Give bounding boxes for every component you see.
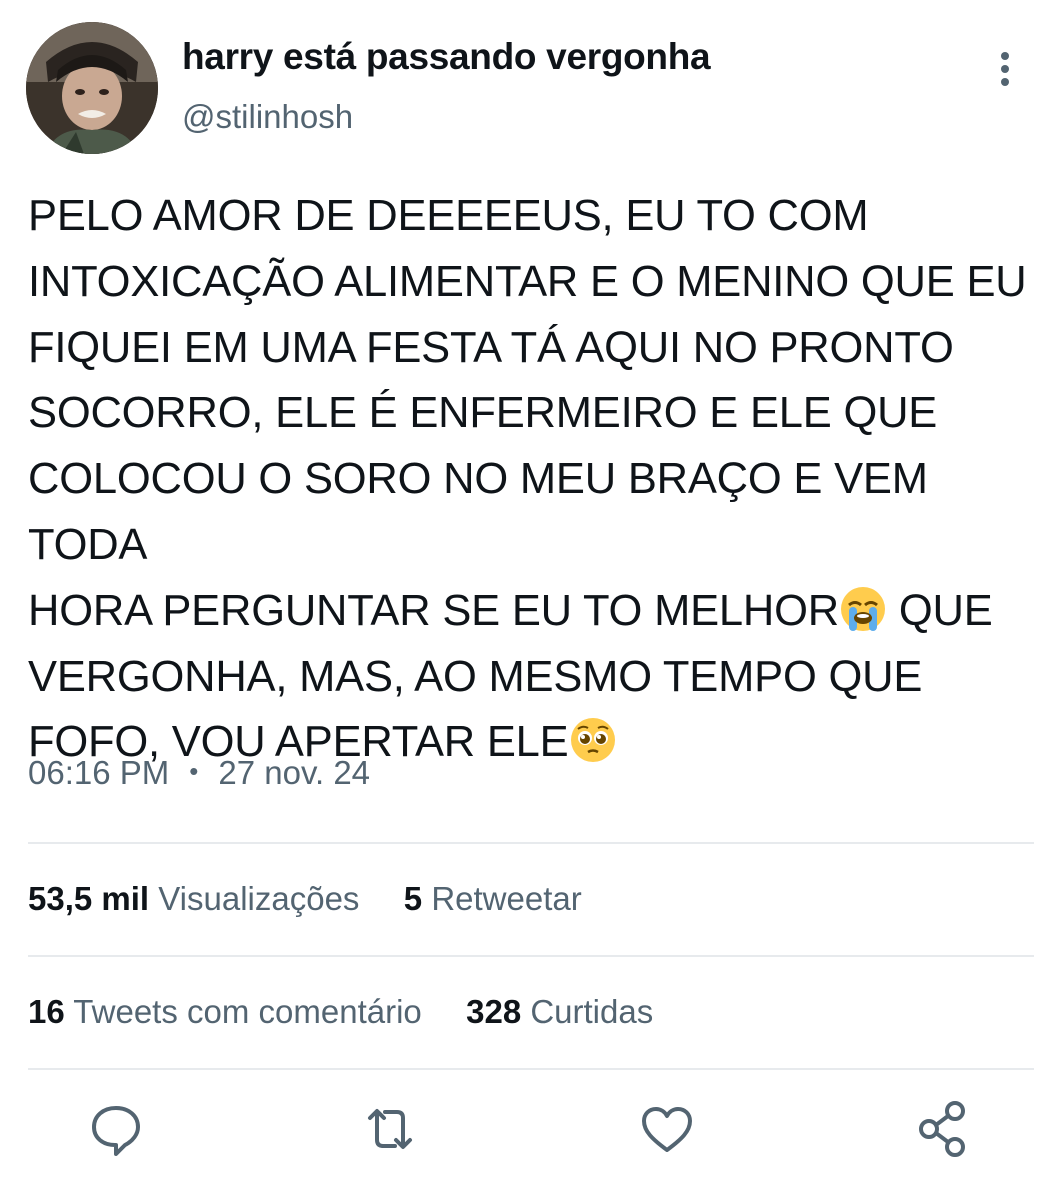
likes-stat[interactable]: 328 Curtidas xyxy=(466,993,653,1030)
views-label: Visualizações xyxy=(158,880,360,917)
handle[interactable]: @stilinhosh xyxy=(182,98,353,136)
share-button[interactable] xyxy=(908,1094,978,1164)
quotes-label: Tweets com comentário xyxy=(73,993,422,1030)
action-bar xyxy=(0,1094,1060,1164)
tweet-line: VERGONHA, MAS, AO MESMO TEMPO QUE xyxy=(28,652,923,701)
profile-photo-icon xyxy=(26,22,158,154)
retweets-count: 5 xyxy=(403,880,423,917)
tweet-line: SOCORRO, ELE É ENFERMEIRO E ELE QUE xyxy=(28,389,938,438)
retweet-icon xyxy=(368,1109,412,1149)
meta-separator: • xyxy=(189,756,199,786)
tweet-line: PELO AMOR DE DEEEEEUS, EU TO COM xyxy=(28,192,869,240)
views-stat[interactable]: 53,5 mil Visualizações xyxy=(28,880,359,917)
reply-icon xyxy=(92,1106,140,1156)
display-name[interactable]: harry está passando vergonha xyxy=(182,36,711,78)
retweet-button[interactable] xyxy=(355,1094,425,1164)
loudly-crying-face-icon xyxy=(841,586,885,631)
tweet-line: FIQUEI EM UMA FESTA TÁ AQUI NO PRONTO xyxy=(28,323,954,372)
retweets-stat[interactable]: 5 Retweetar xyxy=(404,880,582,917)
stats-row: 16 Tweets com comentário 328 Curtidas xyxy=(28,993,653,1031)
divider xyxy=(28,842,1034,844)
tweet-timestamp[interactable]: 06:16 PM • 27 nov. 24 xyxy=(28,754,370,792)
reply-button[interactable] xyxy=(81,1094,151,1164)
tweet-line: COLOCOU O SORO NO MEU BRAÇO E VEM TODA xyxy=(28,455,928,569)
tweet-date: 27 nov. 24 xyxy=(218,754,371,791)
divider xyxy=(28,955,1034,957)
tweet-time: 06:16 PM xyxy=(28,754,170,791)
likes-label: Curtidas xyxy=(530,993,654,1030)
avatar[interactable] xyxy=(26,22,158,154)
likes-count: 328 xyxy=(466,993,522,1030)
tweet-line: INTOXICAÇÃO ALIMENTAR E O MENINO QUE EU xyxy=(28,257,1027,306)
like-button[interactable] xyxy=(632,1094,702,1164)
tweet-line: QUE xyxy=(887,586,993,635)
retweets-label: Retweetar xyxy=(431,880,582,917)
views-count: 53,5 mil xyxy=(28,880,150,917)
tweet-detail: harry está passando vergonha @stilinhosh… xyxy=(0,0,1060,1200)
stats-row: 53,5 mil Visualizações 5 Retweetar xyxy=(28,880,582,918)
pleading-face-icon xyxy=(570,718,615,763)
share-icon xyxy=(919,1101,965,1157)
quotes-stat[interactable]: 16 Tweets com comentário xyxy=(28,993,422,1030)
tweet-line: HORA PERGUNTAR SE EU TO MELHOR xyxy=(28,586,839,635)
quotes-count: 16 xyxy=(28,993,65,1030)
like-icon xyxy=(642,1107,692,1152)
tweet-text: PELO AMOR DE DEEEEEUS, EU TO COM INTOXIC… xyxy=(28,184,1048,776)
divider xyxy=(28,1068,1034,1070)
more-options-icon[interactable] xyxy=(988,44,1022,88)
